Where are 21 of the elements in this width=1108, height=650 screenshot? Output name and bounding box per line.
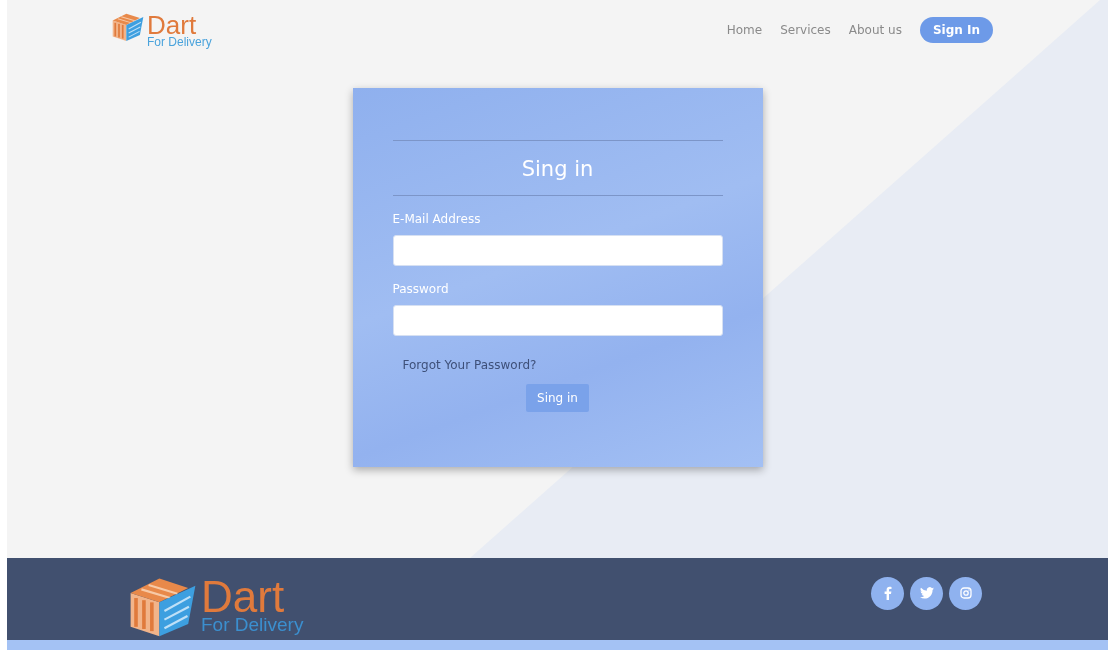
field-label: Password [392,282,450,296]
submit-button[interactable]: Sing in [526,384,589,412]
social-button[interactable] [910,576,943,610]
input-field[interactable] [392,305,723,336]
forgot-password-link[interactable]: Forgot Your Password? [402,358,537,372]
instagram-icon [959,587,972,599]
facebook-icon [883,586,892,600]
input-field[interactable] [392,235,723,266]
logo-subtitle: For Delivery [201,615,304,635]
nav-link[interactable]: Home [726,23,763,37]
logo-title: Dart [147,12,197,38]
logo-subtitle: For Delivery [147,36,212,48]
sign-in-button[interactable]: Sign In [919,17,993,43]
nav-link[interactable]: About us [848,23,902,37]
form-title: Sing in [521,157,594,181]
nav-link[interactable]: Services [780,23,831,37]
social-button[interactable] [949,576,982,610]
field-label: E-Mail Address [392,212,482,226]
social-button[interactable] [871,576,904,610]
box-logo-icon [111,12,145,41]
bird-icon [919,587,934,599]
